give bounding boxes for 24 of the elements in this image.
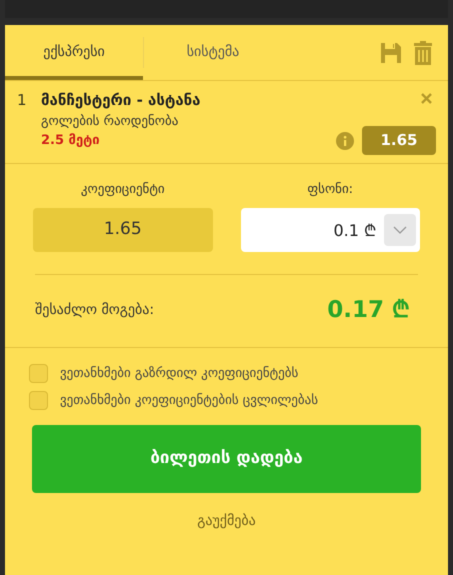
checkbox-label: ვეთანხმები გაზრდილ კოეფიციენტებს xyxy=(60,364,298,382)
outcome-text: 2.5 მეტი xyxy=(41,132,101,150)
dropdown-button[interactable] xyxy=(384,214,416,246)
close-icon[interactable] xyxy=(421,93,432,104)
bet-number: 1 xyxy=(17,90,28,111)
possible-win-value: 0.17 ₾ xyxy=(327,296,411,326)
save-icon[interactable] xyxy=(380,42,402,64)
market-name: გოლების რაოდენობა xyxy=(41,112,180,130)
tab[interactable]: ექსპრესი xyxy=(5,25,143,80)
checkbox[interactable] xyxy=(29,364,48,383)
info-icon[interactable] xyxy=(336,132,354,150)
match-title: მანჩესტერი - ასტანა xyxy=(41,90,202,111)
tab[interactable]: სისტემა xyxy=(144,25,282,80)
odds-badge: 1.65 xyxy=(362,126,436,155)
stake-field[interactable]: 0.1 ₾ xyxy=(240,208,420,252)
trash-icon[interactable] xyxy=(414,40,432,64)
odds-field: 1.65 xyxy=(33,208,212,252)
possible-win-label: შესაძლო მოგება: xyxy=(35,301,154,320)
checkbox-label: ვეთანხმები კოეფიციენტების ცვლილებას xyxy=(60,392,318,410)
stake-label: ფსონი: xyxy=(307,181,354,199)
cancel-link[interactable]: გაუქმება xyxy=(197,510,256,532)
checkbox[interactable] xyxy=(29,391,48,410)
chevron-down-icon xyxy=(393,226,407,234)
odds-label: კოეფიციენტი xyxy=(80,181,165,199)
